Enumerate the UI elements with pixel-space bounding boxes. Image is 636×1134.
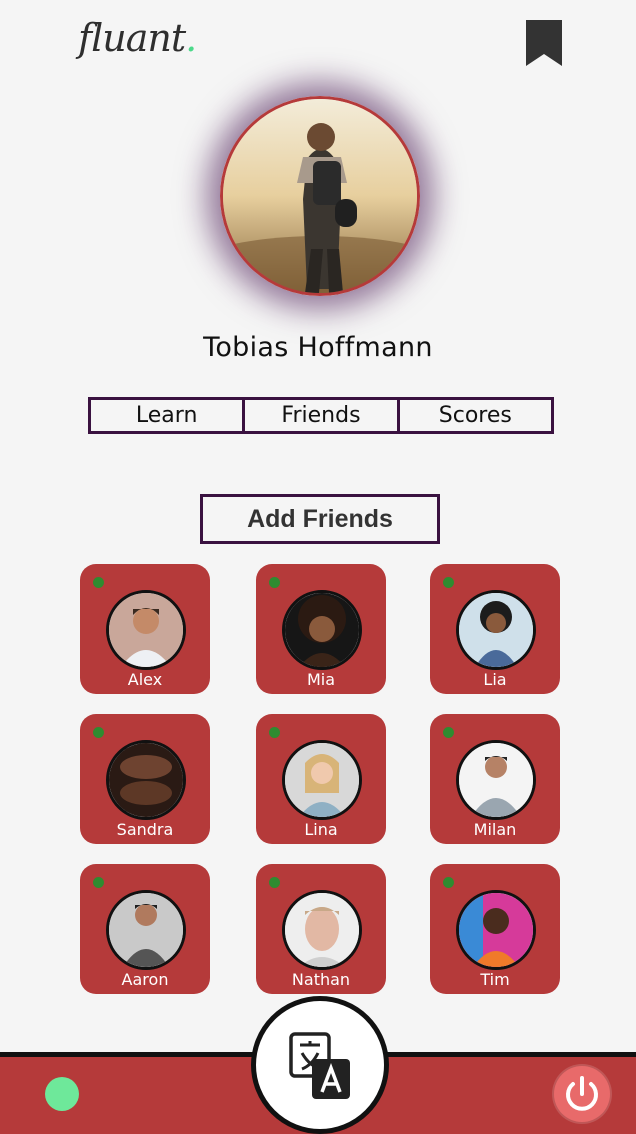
logo-text: fluant: [78, 16, 186, 60]
friend-card-tim[interactable]: Tim: [430, 864, 560, 994]
friend-avatar: [456, 590, 536, 670]
friend-name: Nathan: [291, 970, 351, 989]
profile-avatar-image: [223, 99, 417, 293]
friend-avatar: [456, 890, 536, 970]
friend-card-mia[interactable]: Mia: [256, 564, 386, 694]
friend-card-lia[interactable]: Lia: [430, 564, 560, 694]
tab-learn[interactable]: Learn: [91, 400, 242, 431]
power-icon: [566, 1076, 598, 1111]
power-button[interactable]: [554, 1066, 610, 1122]
friend-card-nathan[interactable]: Nathan: [256, 864, 386, 994]
profile-name: Tobias Hoffmann: [203, 332, 433, 363]
profile-avatar[interactable]: [220, 96, 420, 296]
friend-avatar: [282, 890, 362, 970]
friend-name: Tim: [480, 970, 510, 989]
online-indicator: [93, 877, 104, 888]
online-indicator: [443, 727, 454, 738]
friend-name: Lina: [304, 820, 338, 839]
friend-name: Sandra: [116, 820, 174, 839]
online-indicator: [93, 727, 104, 738]
friend-card-lina[interactable]: Lina: [256, 714, 386, 844]
friend-card-aaron[interactable]: Aaron: [80, 864, 210, 994]
friend-name: Alex: [127, 670, 163, 689]
online-indicator: [443, 577, 454, 588]
online-indicator: [93, 577, 104, 588]
logo-dot: .: [185, 16, 197, 60]
profile-tabs: Learn Friends Scores: [88, 397, 554, 434]
friend-name: Milan: [473, 820, 517, 839]
friend-avatar: [456, 740, 536, 820]
translate-button[interactable]: [251, 996, 389, 1134]
tab-friends[interactable]: Friends: [242, 400, 396, 431]
online-indicator: [269, 577, 280, 588]
friend-avatar: [106, 890, 186, 970]
add-friends-button[interactable]: Add Friends: [200, 494, 440, 544]
bookmark-icon[interactable]: [526, 20, 562, 66]
online-indicator: [269, 727, 280, 738]
friend-avatar: [106, 740, 186, 820]
friend-name: Lia: [483, 670, 507, 689]
friend-name: Aaron: [121, 970, 169, 989]
friend-avatar: [282, 740, 362, 820]
translate-icon: [289, 1032, 350, 1099]
friend-avatar: [106, 590, 186, 670]
friend-name: Mia: [306, 670, 336, 689]
online-indicator: [269, 877, 280, 888]
friend-card-milan[interactable]: Milan: [430, 714, 560, 844]
tab-scores[interactable]: Scores: [396, 400, 551, 431]
online-indicator: [443, 877, 454, 888]
status-indicator: [45, 1077, 79, 1111]
friend-card-alex[interactable]: Alex: [80, 564, 210, 694]
friend-avatar: [282, 590, 362, 670]
friend-card-sandra[interactable]: Sandra: [80, 714, 210, 844]
app-logo: fluant.: [78, 16, 197, 60]
